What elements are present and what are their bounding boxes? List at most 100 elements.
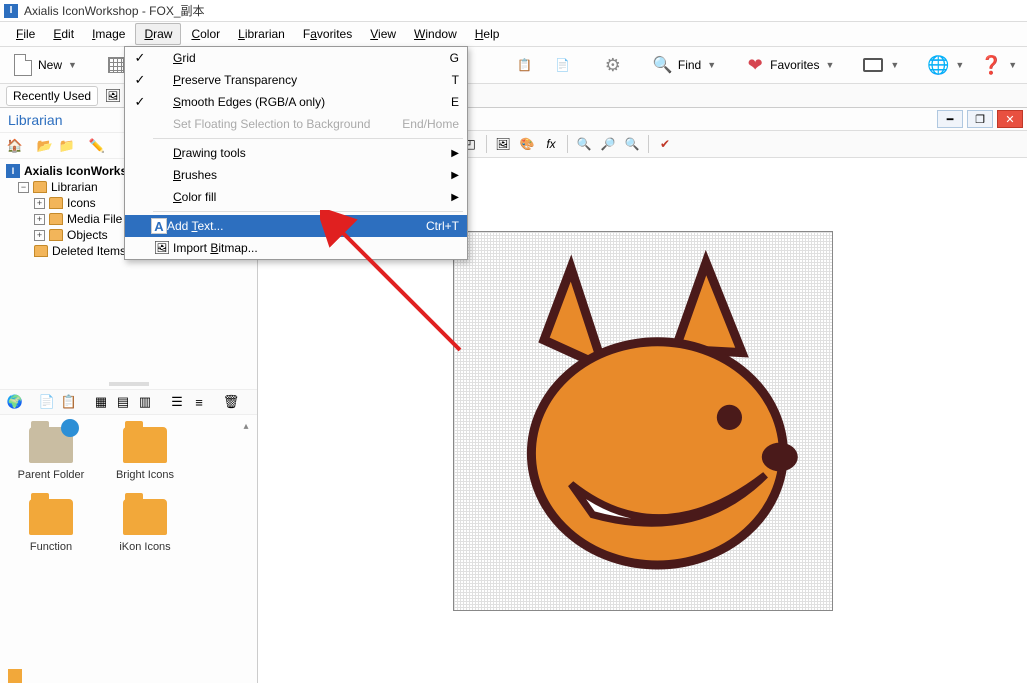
sort-desc-icon[interactable]: ≡ <box>190 393 208 411</box>
favorites-button[interactable]: ❤Favorites▼ <box>738 50 840 80</box>
close-button[interactable]: ✕ <box>997 110 1023 128</box>
submenu-arrow-icon: ▶ <box>451 192 459 203</box>
web-button[interactable]: 🌐▼ <box>921 50 970 80</box>
browser-item[interactable]: iKon Icons <box>100 499 190 553</box>
favorites-label: Favorites <box>770 58 819 72</box>
zoom-out-icon[interactable]: 🔎 <box>597 133 619 155</box>
home-icon[interactable]: 🏠 <box>6 137 24 155</box>
window-title: Axialis IconWorkshop - FOX_副本 <box>24 2 205 19</box>
recent-label[interactable]: Recently Used <box>6 86 98 106</box>
new-label: New <box>38 58 62 72</box>
menu-grid[interactable]: ✓ Grid G <box>125 47 467 69</box>
menu-separator <box>153 211 463 212</box>
menu-drawing-tools[interactable]: Drawing tools ▶ <box>125 142 467 164</box>
menu-window[interactable]: Window <box>406 24 465 44</box>
menu-draw[interactable]: Draw <box>135 23 181 45</box>
splitter[interactable] <box>0 379 257 389</box>
check-icon[interactable]: ✔ <box>654 133 676 155</box>
check-icon: ✓ <box>129 94 151 110</box>
sort-asc-icon[interactable]: ☰ <box>168 393 186 411</box>
collapse-icon[interactable]: − <box>18 182 29 193</box>
find-label: Find <box>678 58 701 72</box>
globe-icon: 🌐 <box>927 54 949 76</box>
heart-icon: ❤ <box>744 54 766 76</box>
browser-item-parent[interactable]: Parent Folder <box>6 427 96 481</box>
find-button[interactable]: 🔍Find▼ <box>646 50 722 80</box>
check-icon: ✓ <box>129 72 151 88</box>
settings-button[interactable]: ⚙ <box>596 50 630 80</box>
folder-icon <box>34 245 48 257</box>
menu-import-bitmap[interactable]: 🖼 Import Bitmap... <box>125 237 467 259</box>
menu-brushes[interactable]: Brushes ▶ <box>125 164 467 186</box>
menu-smooth-edges[interactable]: ✓ Smooth Edges (RGB/A only) E <box>125 91 467 113</box>
browser-item[interactable]: Bright Icons <box>100 427 190 481</box>
title-bar: I Axialis IconWorkshop - FOX_副本 <box>0 0 1027 22</box>
expand-icon[interactable]: + <box>34 214 45 225</box>
bitmap-icon: 🖼 <box>151 240 173 256</box>
folder-icon <box>8 669 22 683</box>
menu-add-text[interactable]: A Add Text... Ctrl+T <box>125 215 467 237</box>
help-button[interactable]: ❓▼ <box>974 50 1023 80</box>
monitor-icon <box>862 54 884 76</box>
menu-bar: File Edit Image Draw Color Librarian Fav… <box>0 22 1027 46</box>
menu-view[interactable]: View <box>362 24 404 44</box>
parent-folder-icon <box>29 427 73 463</box>
menu-librarian[interactable]: Librarian <box>230 24 293 44</box>
menu-image[interactable]: Image <box>84 24 133 44</box>
zoom-fit-icon[interactable]: 🔍 <box>621 133 643 155</box>
copy-icon: 📋 <box>514 54 536 76</box>
menu-set-floating: Set Floating Selection to Background End… <box>125 113 467 135</box>
zoom-in-icon[interactable]: 🔍 <box>573 133 595 155</box>
menu-color-fill[interactable]: Color fill ▶ <box>125 186 467 208</box>
menu-favorites[interactable]: Favorites <box>295 24 360 44</box>
view-large-icon[interactable]: ▦ <box>92 393 110 411</box>
copy-icon[interactable]: 📄 <box>38 393 56 411</box>
folder-icon <box>29 499 73 535</box>
submenu-arrow-icon: ▶ <box>451 148 459 159</box>
help-icon: ❓ <box>980 54 1002 76</box>
new-doc-icon <box>12 54 34 76</box>
folder-open-icon[interactable]: 📂 <box>36 137 54 155</box>
paste-button[interactable]: 📄 <box>546 50 580 80</box>
folder-icon <box>49 197 63 209</box>
menu-file[interactable]: File <box>8 24 43 44</box>
menu-color[interactable]: Color <box>183 24 228 44</box>
check-icon: ✓ <box>129 50 151 66</box>
expand-icon[interactable]: + <box>34 198 45 209</box>
palette-icon[interactable]: 🎨 <box>516 133 538 155</box>
menu-preserve-transparency[interactable]: ✓ Preserve Transparency T <box>125 69 467 91</box>
paste-icon: 📄 <box>552 54 574 76</box>
image-icon[interactable]: 🖼 <box>104 87 122 105</box>
pencil-icon[interactable]: ✏️ <box>88 137 106 155</box>
paste-icon[interactable]: 📋 <box>60 393 78 411</box>
folder-icon <box>123 427 167 463</box>
display-button[interactable]: ▼ <box>856 50 905 80</box>
new-button[interactable]: New ▼ <box>6 50 83 80</box>
copy-button[interactable]: 📋 <box>508 50 542 80</box>
folder-icon <box>49 213 63 225</box>
pixel-canvas[interactable] <box>453 231 833 611</box>
draw-dropdown: ✓ Grid G ✓ Preserve Transparency T ✓ Smo… <box>124 46 468 260</box>
expand-icon[interactable]: + <box>34 230 45 241</box>
chevron-down-icon: ▼ <box>68 60 77 70</box>
scroll-up-icon[interactable]: ▴ <box>239 419 253 433</box>
image-icon[interactable]: 🖼 <box>492 133 514 155</box>
text-icon: A <box>151 218 167 234</box>
delete-icon[interactable]: 🗑 <box>222 393 240 411</box>
fx-icon[interactable]: fx <box>540 133 562 155</box>
folder-new-icon[interactable]: 📁 <box>58 137 76 155</box>
view-list-icon[interactable]: ▥ <box>136 393 154 411</box>
minimize-button[interactable]: ━ <box>937 110 963 128</box>
browser-item[interactable]: Function <box>6 499 96 553</box>
browser[interactable]: ▴ Parent Folder Bright Icons Function iK… <box>0 415 257 683</box>
view-small-icon[interactable]: ▤ <box>114 393 132 411</box>
menu-help[interactable]: Help <box>467 24 508 44</box>
app-small-icon: I <box>6 164 20 178</box>
menu-separator <box>153 138 463 139</box>
restore-button[interactable]: ❐ <box>967 110 993 128</box>
gear-icon: ⚙ <box>602 54 624 76</box>
submenu-arrow-icon: ▶ <box>451 170 459 181</box>
folder-icon <box>33 181 47 193</box>
menu-edit[interactable]: Edit <box>45 24 82 44</box>
globe-refresh-icon[interactable]: 🌍 <box>6 393 24 411</box>
